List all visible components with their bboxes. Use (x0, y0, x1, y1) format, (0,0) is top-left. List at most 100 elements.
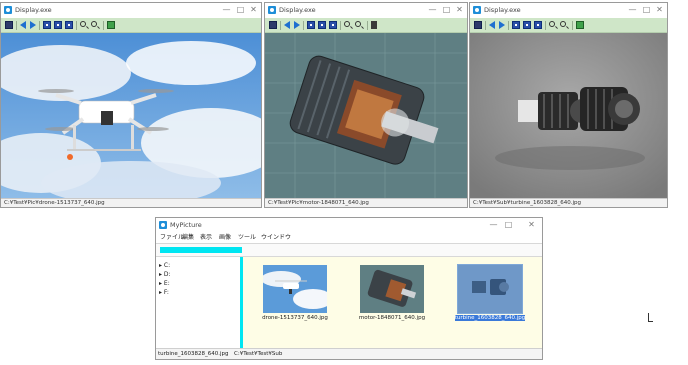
image-view (470, 33, 667, 198)
folder-tree: ▸ C: ▸ D: ▸ E: ▸ F: (156, 257, 240, 348)
fit-icon[interactable] (54, 21, 62, 29)
tree-item-d[interactable]: ▸ D: (159, 271, 171, 278)
menu-image[interactable]: 画像 (219, 233, 231, 243)
turbine-photo (470, 33, 667, 198)
minimize-button[interactable]: — (426, 4, 439, 16)
thumbnail-caption-selected: turbine_1603828_640.jpg (454, 315, 526, 321)
thumbnail-pane: drone-1513737_640.jpg motor-1848071_640.… (243, 257, 542, 348)
mypicture-window: MyPicture — □ ✕ ファイル 編集 表示 画像 ツール ウインドウ … (155, 217, 543, 360)
minimize-button[interactable]: — (626, 4, 639, 16)
zoom-in-icon[interactable] (549, 21, 555, 27)
thumbnail-drone[interactable] (263, 265, 327, 313)
status-bar: C:¥Test¥Pic¥motor-1848071_640.jpg (265, 198, 467, 207)
maximize-button[interactable]: □ (640, 4, 653, 16)
minimize-button[interactable]: — (220, 4, 233, 16)
next-icon[interactable] (30, 21, 36, 29)
toolbar-separator (16, 21, 17, 30)
first-page-icon[interactable] (512, 21, 520, 29)
menu-file[interactable]: ファイル (160, 233, 184, 243)
turbine-thumbnail-image (458, 265, 522, 313)
image-view (1, 33, 261, 198)
image-view (265, 33, 467, 198)
first-page-icon[interactable] (307, 21, 315, 29)
drone-photo (1, 33, 261, 198)
previous-icon[interactable] (284, 21, 290, 29)
zoom-out-icon[interactable] (91, 21, 97, 27)
thumbnail-caption: motor-1848071_640.jpg (358, 315, 426, 321)
save-icon[interactable] (5, 21, 13, 29)
window-title: Display.exe (15, 6, 52, 14)
menu-tools[interactable]: ツール (238, 233, 256, 243)
next-icon[interactable] (499, 21, 505, 29)
mouse-cursor-icon (648, 313, 653, 322)
title-bar[interactable]: MyPicture — □ ✕ (156, 218, 542, 233)
menu-view[interactable]: 表示 (200, 233, 212, 243)
app-icon (159, 221, 167, 229)
tree-item-e[interactable]: ▸ E: (159, 280, 170, 287)
title-bar[interactable]: Display.exe — □ ✕ (1, 3, 261, 18)
fit-icon[interactable] (318, 21, 326, 29)
toolbar-separator (303, 21, 304, 30)
toolbar (1, 18, 261, 33)
close-button[interactable]: ✕ (453, 4, 466, 16)
properties-icon[interactable] (371, 21, 377, 29)
next-icon[interactable] (294, 21, 300, 29)
toolbar-separator (103, 21, 104, 30)
toolbar-separator (485, 21, 486, 30)
maximize-button[interactable]: □ (234, 4, 247, 16)
zoom-in-icon[interactable] (344, 21, 350, 27)
maximize-button[interactable]: □ (440, 4, 453, 16)
first-page-icon[interactable] (43, 21, 51, 29)
zoom-in-icon[interactable] (80, 21, 86, 27)
window-title: Display.exe (484, 6, 521, 14)
viewer-window-turbine: Display.exe — □ ✕ C:¥Test¥Sub¥turbine_16… (469, 2, 668, 208)
status-folder: C:¥Test¥Test¥Sub (234, 351, 283, 357)
last-page-icon[interactable] (329, 21, 337, 29)
menu-edit[interactable]: 編集 (182, 233, 194, 243)
fullscreen-icon[interactable] (576, 21, 584, 29)
last-page-icon[interactable] (65, 21, 73, 29)
tree-item-f[interactable]: ▸ F: (159, 289, 169, 296)
window-title: MyPicture (170, 221, 202, 229)
toolbar-separator (508, 21, 509, 30)
viewer-window-drone: Display.exe — □ ✕ C:¥Test¥Pic¥drone-1513… (0, 2, 262, 208)
motor-photo (265, 33, 467, 198)
address-bar[interactable] (160, 247, 242, 253)
save-icon[interactable] (269, 21, 277, 29)
title-bar[interactable]: Display.exe — □ ✕ (265, 3, 467, 18)
address-row (156, 243, 542, 257)
toolbar-separator (76, 21, 77, 30)
zoom-out-icon[interactable] (355, 21, 361, 27)
toolbar (265, 18, 467, 33)
save-icon[interactable] (474, 21, 482, 29)
title-bar[interactable]: Display.exe — □ ✕ (470, 3, 667, 18)
fullscreen-icon[interactable] (107, 21, 115, 29)
previous-icon[interactable] (20, 21, 26, 29)
close-button[interactable]: ✕ (247, 4, 260, 16)
app-icon (268, 6, 276, 14)
toolbar-separator (545, 21, 546, 30)
status-bar: C:¥Test¥Sub¥turbine_1603828_640.jpg (470, 198, 667, 207)
window-title: Display.exe (279, 6, 316, 14)
toolbar (470, 18, 667, 33)
thumbnail-motor[interactable] (360, 265, 424, 313)
app-icon (473, 6, 481, 14)
menu-bar: ファイル 編集 表示 画像 ツール ウインドウ (156, 233, 542, 243)
status-bar: C:¥Test¥Pic¥drone-1513737_640.jpg (1, 198, 261, 207)
fit-icon[interactable] (523, 21, 531, 29)
toolbar-separator (280, 21, 281, 30)
close-button[interactable]: ✕ (653, 4, 666, 16)
thumbnail-caption: drone-1513737_640.jpg (262, 315, 328, 321)
tree-item-c[interactable]: ▸ C: (159, 262, 170, 269)
menu-window[interactable]: ウインドウ (261, 233, 291, 243)
motor-thumbnail-image (360, 265, 424, 313)
thumbnail-turbine[interactable] (457, 264, 523, 314)
last-page-icon[interactable] (534, 21, 542, 29)
close-button[interactable]: ✕ (525, 219, 538, 231)
minimize-button[interactable]: — (487, 219, 500, 231)
drone-thumbnail-image (263, 265, 327, 313)
zoom-out-icon[interactable] (560, 21, 566, 27)
previous-icon[interactable] (489, 21, 495, 29)
toolbar-separator (572, 21, 573, 30)
maximize-button[interactable]: □ (502, 219, 515, 231)
